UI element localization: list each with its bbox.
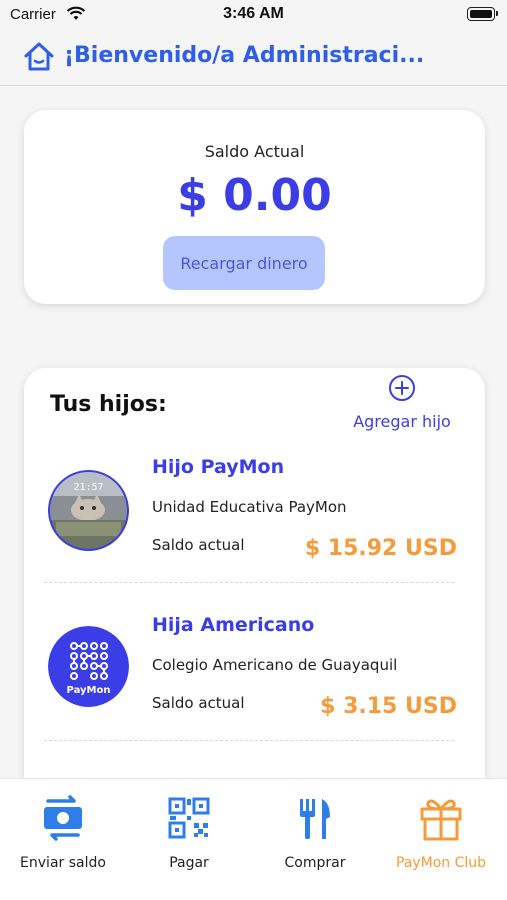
add-child-label: Agregar hijo	[353, 412, 451, 431]
clock: 3:46 AM	[223, 5, 284, 22]
tab-label: Pagar	[169, 855, 209, 871]
child-name: Hija Americano	[152, 614, 315, 636]
balance-label: Saldo Actual	[204, 142, 305, 161]
tab-comprar[interactable]: Comprar	[252, 779, 378, 875]
battery-icon	[467, 7, 498, 21]
tab-label: Enviar saldo	[20, 855, 106, 871]
tab-enviar-saldo[interactable]: Enviar saldo	[0, 779, 126, 875]
utensils-icon	[300, 799, 330, 839]
home-indicator-area	[0, 874, 507, 900]
home-icon[interactable]	[22, 40, 56, 74]
app-header: ¡Bienvenido/a Administraci...	[0, 30, 507, 86]
child-school: Colegio Americano de Guayaquil	[152, 656, 398, 674]
child-balance: $ 15.92 USD	[304, 536, 457, 561]
bottom-tab-bar: Enviar saldo Pagar Comprar PayMon Club	[0, 778, 507, 874]
divider	[44, 582, 454, 583]
child-item[interactable]: 21:57 Hijo PayMon Unidad Educativa PayMo…	[24, 450, 485, 590]
child-name: Hijo PayMon	[152, 456, 285, 478]
svg-text:21:57: 21:57	[73, 482, 103, 493]
child-balance-label: Saldo actual	[152, 536, 245, 554]
tab-label: Comprar	[284, 855, 346, 871]
child-item[interactable]: PayMon Hija Americano Colegio Americano …	[24, 608, 485, 748]
status-bar: Carrier 3:46 AM	[0, 0, 507, 30]
divider	[44, 740, 454, 741]
add-child-button[interactable]: Agregar hijo	[347, 374, 457, 431]
tab-paymon-club[interactable]: PayMon Club	[378, 779, 504, 875]
paymon-logo-text: PayMon	[67, 685, 111, 696]
tab-pagar[interactable]: Pagar	[126, 779, 252, 875]
gift-icon	[420, 799, 462, 841]
qr-code-icon	[168, 797, 210, 839]
child-balance: $ 3.15 USD	[320, 694, 457, 719]
balance-value: $ 0.00	[177, 170, 332, 221]
transfer-money-icon	[44, 795, 82, 841]
recharge-button[interactable]: Recargar dinero	[163, 236, 325, 290]
child-school: Unidad Educativa PayMon	[152, 498, 347, 516]
balance-card: Saldo Actual $ 0.00 Recargar dinero	[24, 110, 485, 304]
child-balance-label: Saldo actual	[152, 694, 245, 712]
page-title: ¡Bienvenido/a Administraci...	[64, 43, 425, 68]
cat-photo-avatar: 21:57	[48, 470, 129, 551]
tab-label: PayMon Club	[395, 855, 487, 871]
plus-circle-icon	[389, 375, 415, 401]
children-card: Tus hijos: Agregar hijo 21:57 Hijo PayMo…	[24, 368, 485, 808]
children-title: Tus hijos:	[50, 392, 167, 417]
paymon-logo-avatar: PayMon	[48, 626, 129, 707]
